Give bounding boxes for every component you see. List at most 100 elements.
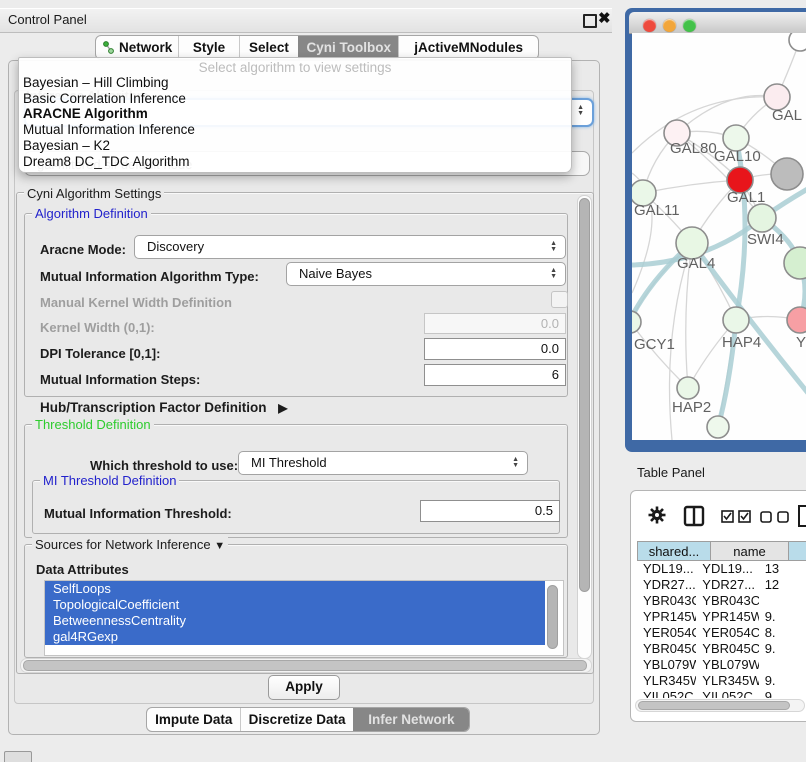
- expanded-arrow-icon: ▼: [214, 540, 225, 552]
- settings-horizontal-scrollbar[interactable]: [20, 658, 592, 673]
- kernel-width-field[interactable]: 0.0: [424, 313, 566, 334]
- table-row[interactable]: YBR045CYBR045C9.: [637, 641, 806, 657]
- table-column-header[interactable]: A: [789, 541, 806, 561]
- attribute-list-item[interactable]: gal4RGexp: [45, 629, 545, 645]
- table-row[interactable]: YPR145WYPR145W9.: [637, 609, 806, 625]
- data-attributes-label: Data Attributes: [36, 562, 129, 577]
- checked-columns-icon[interactable]: [721, 510, 753, 523]
- gear-icon[interactable]: [647, 505, 667, 525]
- combo-arrows-icon: ▲▼: [550, 263, 557, 285]
- network-node-pinky[interactable]: [787, 307, 806, 333]
- tab-style[interactable]: Style: [178, 36, 238, 59]
- network-node-label: SWI4: [747, 231, 784, 248]
- algorithm-option-list: Bayesian – Hill ClimbingBasic Correlatio…: [19, 75, 571, 169]
- table-hscroll-thumb[interactable]: [638, 701, 790, 710]
- table-cell: 9.: [759, 609, 806, 625]
- tab-cyni-toolbox[interactable]: Cyni Toolbox: [298, 36, 398, 59]
- table-cell: YBR043C: [696, 593, 758, 609]
- which-threshold-combo[interactable]: MI Threshold ▲▼: [238, 451, 528, 475]
- algorithm-option[interactable]: Mutual Information Inference: [19, 122, 571, 138]
- table-row[interactable]: YBR043CYBR043C: [637, 593, 806, 609]
- table-row[interactable]: YDL19...YDL19...13: [637, 561, 806, 577]
- mi-steps-field[interactable]: 6: [424, 364, 566, 386]
- table-cell: YPR145W: [637, 609, 696, 625]
- network-window-titlebar[interactable]: [629, 12, 806, 34]
- algorithm-option[interactable]: Bayesian – Hill Climbing: [19, 75, 571, 91]
- tab-discretize-data[interactable]: Discretize Data: [240, 708, 352, 731]
- close-icon[interactable]: ✖: [598, 9, 611, 27]
- network-node-hap4[interactable]: [723, 307, 749, 333]
- network-node-gray[interactable]: [771, 158, 803, 190]
- mi-type-combo[interactable]: Naive Bayes ▲▼: [286, 262, 566, 286]
- table-cell: 9: [759, 689, 806, 698]
- tab-select-label: Select: [249, 40, 289, 55]
- network-node-top[interactable]: [789, 33, 806, 51]
- table-cell: YDR27...: [637, 577, 696, 593]
- tab-infer-network-label: Infer Network: [368, 712, 454, 727]
- table-column-header[interactable]: shared...: [637, 541, 711, 561]
- aracne-mode-combo[interactable]: Discovery ▲▼: [134, 235, 566, 259]
- table-cell: YBL079W: [637, 657, 696, 673]
- hub-definition-label: Hub/Transcription Factor Definition: [40, 400, 267, 415]
- table-horizontal-scrollbar[interactable]: [635, 699, 805, 712]
- table-row[interactable]: YIL052CYIL052C9: [637, 689, 806, 698]
- algorithm-option[interactable]: Dream8 DC_TDC Algorithm: [19, 154, 571, 170]
- minimize-traffic-light[interactable]: [663, 19, 676, 32]
- attribute-list-item[interactable]: BetweennessCentrality: [45, 613, 545, 629]
- table-row[interactable]: YLR345WYLR345W9.: [637, 673, 806, 689]
- network-edge-thick: [736, 138, 745, 320]
- zoom-traffic-light[interactable]: [683, 19, 696, 32]
- dpi-tolerance-field[interactable]: 0.0: [424, 338, 566, 360]
- table-row[interactable]: YER054CYER054C8.: [637, 625, 806, 641]
- algorithm-option[interactable]: ARACNE Algorithm: [19, 106, 571, 122]
- mi-steps-label: Mutual Information Steps:: [40, 372, 200, 387]
- table-cell: YIL052C: [637, 689, 696, 698]
- hub-definition-toggle[interactable]: Hub/Transcription Factor Definition ▶: [40, 400, 288, 415]
- float-window-icon[interactable]: [583, 14, 597, 28]
- table-cell: 12: [759, 577, 806, 593]
- network-node-gcy1[interactable]: [632, 311, 641, 333]
- tab-impute-data[interactable]: Impute Data: [147, 708, 240, 731]
- tab-network[interactable]: Network: [96, 36, 178, 59]
- network-canvas[interactable]: GALGAL80GAL10GAL1GAL11SWI4GAL4GCY1HAP4YH…: [632, 33, 806, 440]
- network-node-right[interactable]: [784, 247, 806, 279]
- manual-kernel-label: Manual Kernel Width Definition: [40, 295, 232, 310]
- tab-select[interactable]: Select: [239, 36, 298, 59]
- table-cell: YBR045C: [696, 641, 758, 657]
- attribute-list-item[interactable]: TopologicalCoefficient: [45, 597, 545, 613]
- mi-threshold-group-title: MI Threshold Definition: [40, 473, 179, 488]
- algorithm-option[interactable]: Bayesian – K2: [19, 138, 571, 154]
- network-node-hap2[interactable]: [677, 377, 699, 399]
- sources-group-title[interactable]: Sources for Network Inference ▼: [32, 537, 228, 552]
- minimized-panel-icon[interactable]: [4, 751, 32, 762]
- network-edge: [632, 322, 688, 388]
- network-node-label: GAL1: [727, 189, 765, 206]
- settings-vertical-scrollbar[interactable]: [577, 195, 592, 659]
- algorithm-option[interactable]: Basic Correlation Inference: [19, 91, 571, 107]
- file-icon[interactable]: [797, 505, 806, 527]
- manual-kernel-checkbox[interactable]: [551, 291, 568, 308]
- table-column-header[interactable]: name: [711, 541, 789, 561]
- tab-jactivemnodules[interactable]: jActiveMNodules: [398, 36, 538, 59]
- network-node-swi4[interactable]: [748, 204, 776, 232]
- columns-icon[interactable]: [683, 505, 705, 527]
- attributes-vscroll-thumb[interactable]: [547, 585, 558, 649]
- network-node-label: GCY1: [634, 336, 675, 353]
- table-row[interactable]: YBL079WYBL079W: [637, 657, 806, 673]
- settings-vscroll-thumb[interactable]: [579, 198, 590, 592]
- table-cell: [759, 657, 806, 673]
- settings-hscroll-thumb[interactable]: [23, 660, 587, 671]
- table-row[interactable]: YDR27...YDR27...12: [637, 577, 806, 593]
- apply-button[interactable]: Apply: [268, 675, 340, 700]
- close-traffic-light[interactable]: [643, 19, 656, 32]
- tab-infer-network[interactable]: Infer Network: [353, 708, 469, 731]
- attribute-list-item[interactable]: SelfLoops: [45, 581, 545, 597]
- network-node-label: GAL11: [634, 202, 680, 219]
- combo-arrows-icon: ▲▼: [550, 236, 557, 258]
- network-node-label: GAL80: [670, 140, 717, 157]
- network-node-bottom[interactable]: [707, 416, 729, 438]
- dpi-tolerance-label: DPI Tolerance [0,1]:: [40, 346, 160, 361]
- mi-threshold-field[interactable]: 0.5: [420, 500, 560, 522]
- unchecked-columns-icon[interactable]: [760, 511, 790, 523]
- mi-type-value: Naive Bayes: [299, 266, 372, 281]
